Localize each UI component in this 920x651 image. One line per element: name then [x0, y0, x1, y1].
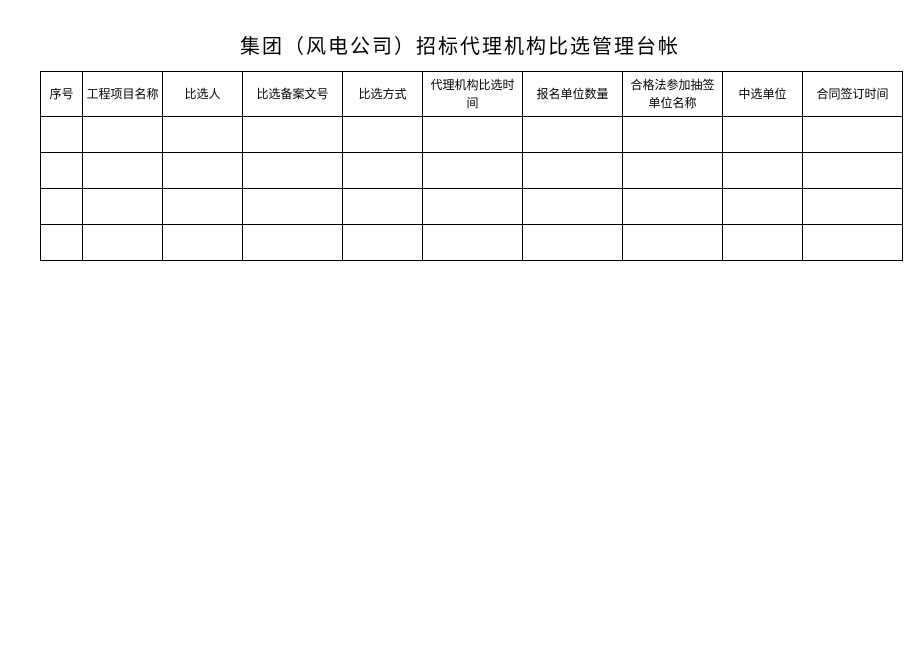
cell — [723, 225, 803, 261]
cell — [623, 189, 723, 225]
cell — [523, 189, 623, 225]
header-applicant-count: 报名单位数量 — [523, 72, 623, 117]
header-qualified-units: 合格法参加抽签单位名称 — [623, 72, 723, 117]
cell — [423, 153, 523, 189]
table-row — [41, 225, 903, 261]
cell — [243, 225, 343, 261]
table-row — [41, 153, 903, 189]
header-selected-unit: 中选单位 — [723, 72, 803, 117]
cell — [423, 225, 523, 261]
cell — [243, 153, 343, 189]
cell — [41, 153, 83, 189]
cell — [803, 225, 903, 261]
header-row: 序号 工程项目名称 比选人 比选备案文号 比选方式 代理机构比选时间 报名单位数… — [41, 72, 903, 117]
cell — [343, 189, 423, 225]
cell — [83, 153, 163, 189]
cell — [803, 189, 903, 225]
cell — [723, 153, 803, 189]
header-selector: 比选人 — [163, 72, 243, 117]
cell — [243, 117, 343, 153]
cell — [523, 153, 623, 189]
ledger-table: 序号 工程项目名称 比选人 比选备案文号 比选方式 代理机构比选时间 报名单位数… — [40, 71, 903, 261]
cell — [163, 189, 243, 225]
cell — [423, 189, 523, 225]
header-selection-method: 比选方式 — [343, 72, 423, 117]
cell — [723, 189, 803, 225]
cell — [623, 117, 723, 153]
cell — [423, 117, 523, 153]
header-seq: 序号 — [41, 72, 83, 117]
table-row — [41, 117, 903, 153]
cell — [163, 117, 243, 153]
cell — [41, 117, 83, 153]
cell — [803, 117, 903, 153]
cell — [243, 189, 343, 225]
cell — [623, 153, 723, 189]
cell — [723, 117, 803, 153]
header-selection-time: 代理机构比选时间 — [423, 72, 523, 117]
cell — [83, 225, 163, 261]
page-title: 集团（风电公司）招标代理机构比选管理台帐 — [40, 30, 880, 59]
cell — [623, 225, 723, 261]
cell — [343, 117, 423, 153]
cell — [163, 225, 243, 261]
header-contract-time: 合同签订时间 — [803, 72, 903, 117]
cell — [343, 225, 423, 261]
cell — [83, 189, 163, 225]
header-project-name: 工程项目名称 — [83, 72, 163, 117]
cell — [41, 189, 83, 225]
cell — [523, 225, 623, 261]
table-row — [41, 189, 903, 225]
cell — [83, 117, 163, 153]
cell — [41, 225, 83, 261]
cell — [163, 153, 243, 189]
cell — [803, 153, 903, 189]
cell — [343, 153, 423, 189]
cell — [523, 117, 623, 153]
header-filing-number: 比选备案文号 — [243, 72, 343, 117]
